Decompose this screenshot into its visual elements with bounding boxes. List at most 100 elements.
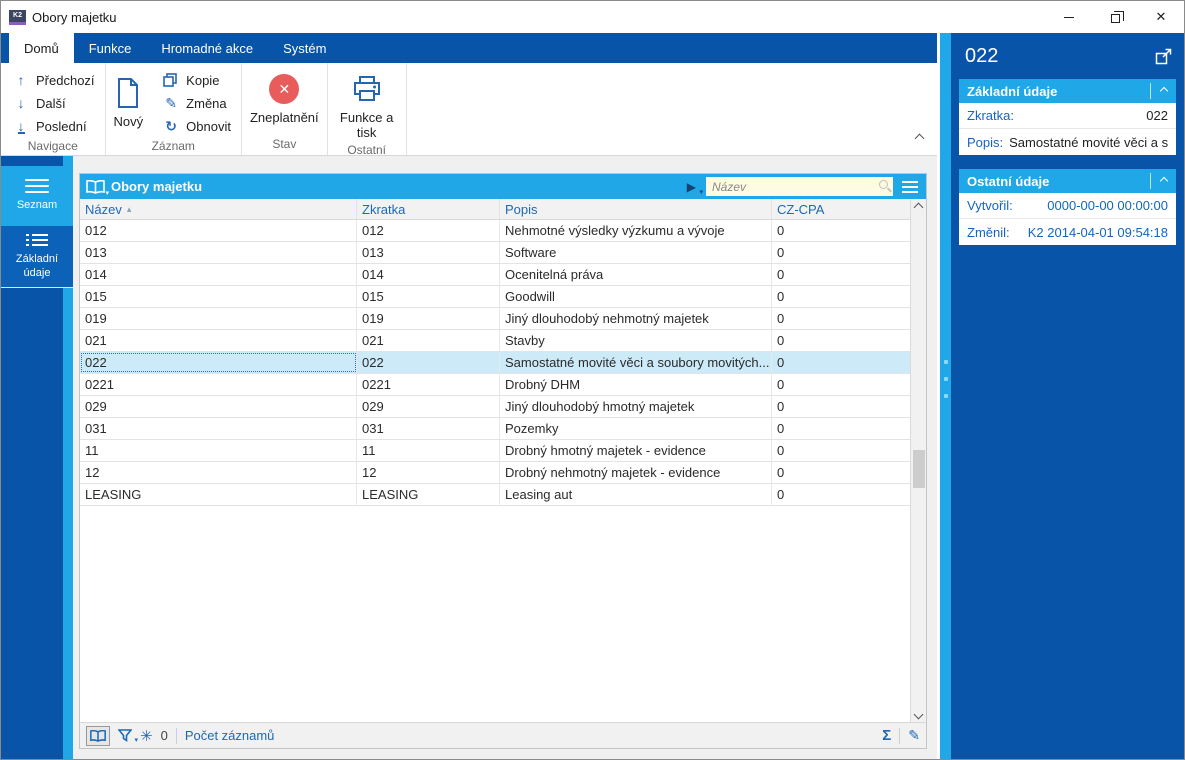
table-row[interactable]: 015 015 Goodwill 0 [80, 286, 910, 308]
edit-button[interactable]: ✎ Změna [159, 92, 235, 114]
cell-zkratka[interactable]: 031 [357, 418, 500, 439]
open-detail-button[interactable] [1155, 48, 1172, 65]
cell-popis[interactable]: Software [500, 242, 772, 263]
cell-czcpa[interactable]: 0 [772, 396, 910, 417]
column-header-popis[interactable]: Popis [500, 199, 772, 219]
collapse-ribbon-button[interactable] [914, 129, 925, 147]
table-row[interactable]: 022 022 Samostatné movité věci a soubory m… [80, 352, 910, 374]
scrollbar-track[interactable] [911, 215, 926, 706]
cell-popis[interactable]: Samostatné movité věci a soubory movitýc… [500, 352, 772, 373]
refresh-button[interactable]: ↻ Obnovit [159, 115, 235, 137]
record-count-label[interactable]: Počet záznamů [185, 728, 275, 743]
cell-nazev[interactable]: 0221 [80, 374, 357, 395]
cell-popis[interactable]: Jiný dlouhodobý nehmotný majetek [500, 308, 772, 329]
cell-nazev[interactable]: LEASING [80, 484, 357, 505]
section-header[interactable]: Ostatní údaje [959, 169, 1176, 193]
cell-nazev[interactable]: 014 [80, 264, 357, 285]
cell-nazev[interactable]: 021 [80, 330, 357, 351]
tab-funkce[interactable]: Funkce [74, 33, 147, 63]
cell-czcpa[interactable]: 0 [772, 308, 910, 329]
collapse-section-button[interactable] [1150, 83, 1176, 99]
collapse-section-button[interactable] [1150, 173, 1176, 189]
cell-nazev[interactable]: 015 [80, 286, 357, 307]
cell-nazev[interactable]: 013 [80, 242, 357, 263]
table-row[interactable]: 11 11 Drobný hmotný majetek - evidence 0 [80, 440, 910, 462]
functions-print-button[interactable]: Funkce a tisk [328, 67, 406, 141]
book-view-toggle-button[interactable] [86, 725, 110, 746]
sidebar-item-seznam[interactable]: Seznam [1, 166, 73, 226]
cell-popis[interactable]: Ocenitelná práva [500, 264, 772, 285]
run-filter-button[interactable]: ▶ ▾ [687, 180, 703, 196]
cell-nazev[interactable]: 031 [80, 418, 357, 439]
cell-czcpa[interactable]: 0 [772, 484, 910, 505]
tab-hromadne-akce[interactable]: Hromadné akce [146, 33, 268, 63]
cell-zkratka[interactable]: 029 [357, 396, 500, 417]
cell-zkratka[interactable]: 0221 [357, 374, 500, 395]
cell-czcpa[interactable]: 0 [772, 220, 910, 241]
filter-button[interactable]: ▾ [118, 729, 138, 744]
cell-zkratka[interactable]: 013 [357, 242, 500, 263]
scroll-up-button[interactable] [911, 199, 926, 215]
cell-czcpa[interactable]: 0 [772, 242, 910, 263]
cell-popis[interactable]: Jiný dlouhodobý hmotný majetek [500, 396, 772, 417]
new-button[interactable]: Nový [106, 67, 152, 137]
cell-zkratka[interactable]: 015 [357, 286, 500, 307]
cell-nazev[interactable]: 012 [80, 220, 357, 241]
cell-nazev[interactable]: 11 [80, 440, 357, 461]
cell-popis[interactable]: Drobný hmotný majetek - evidence [500, 440, 772, 461]
cell-zkratka[interactable]: 11 [357, 440, 500, 461]
cell-czcpa[interactable]: 0 [772, 374, 910, 395]
sum-button[interactable]: Σ [882, 727, 891, 744]
cell-czcpa[interactable]: 0 [772, 440, 910, 461]
invalidate-button[interactable]: ✕ Zneplatnění [242, 67, 327, 126]
column-header-zkratka[interactable]: Zkratka [357, 199, 500, 219]
cell-nazev[interactable]: 12 [80, 462, 357, 483]
minimize-button[interactable] [1046, 1, 1092, 33]
cell-zkratka[interactable]: 022 [357, 352, 500, 373]
asterisk-icon[interactable]: ✳ [140, 727, 153, 745]
table-row[interactable]: LEASING LEASING Leasing aut 0 [80, 484, 910, 506]
cell-nazev[interactable]: 022 [80, 352, 357, 373]
table-menu-button[interactable] [897, 177, 923, 197]
table-row[interactable]: 014 014 Ocenitelná práva 0 [80, 264, 910, 286]
cell-popis[interactable]: Nehmotné výsledky výzkumu a vývoje [500, 220, 772, 241]
cell-zkratka[interactable]: 012 [357, 220, 500, 241]
scroll-down-button[interactable] [911, 706, 926, 722]
last-button[interactable]: ↓ Poslední [9, 115, 99, 137]
cell-popis[interactable]: Drobný DHM [500, 374, 772, 395]
cell-zkratka[interactable]: 014 [357, 264, 500, 285]
cell-czcpa[interactable]: 0 [772, 418, 910, 439]
cell-czcpa[interactable]: 0 [772, 462, 910, 483]
cell-popis[interactable]: Leasing aut [500, 484, 772, 505]
cell-popis[interactable]: Goodwill [500, 286, 772, 307]
tab-system[interactable]: Systém [268, 33, 341, 63]
restore-button[interactable] [1092, 1, 1138, 33]
table-row[interactable]: 019 019 Jiný dlouhodobý nehmotný majetek 0 [80, 308, 910, 330]
book-icon[interactable]: ▾ [86, 179, 109, 197]
cell-zkratka[interactable]: 12 [357, 462, 500, 483]
cell-czcpa[interactable]: 0 [772, 330, 910, 351]
search-input[interactable] [706, 177, 893, 196]
scrollbar-thumb[interactable] [913, 450, 925, 488]
cell-zkratka[interactable]: 019 [357, 308, 500, 329]
table-row[interactable]: 0221 0221 Drobný DHM 0 [80, 374, 910, 396]
cell-zkratka[interactable]: LEASING [357, 484, 500, 505]
next-button[interactable]: ↓ Další [9, 92, 99, 114]
table-row[interactable]: 12 12 Drobný nehmotný majetek - evidence 0 [80, 462, 910, 484]
cell-czcpa[interactable]: 0 [772, 352, 910, 373]
panel-splitter[interactable] [940, 33, 951, 759]
sidebar-item-zakladni-udaje[interactable]: Základní údaje [1, 226, 73, 288]
table-row[interactable]: 029 029 Jiný dlouhodobý hmotný majetek 0 [80, 396, 910, 418]
cell-zkratka[interactable]: 021 [357, 330, 500, 351]
cell-popis[interactable]: Drobný nehmotný majetek - evidence [500, 462, 772, 483]
table-row[interactable]: 031 031 Pozemky 0 [80, 418, 910, 440]
cell-nazev[interactable]: 019 [80, 308, 357, 329]
cell-czcpa[interactable]: 0 [772, 286, 910, 307]
tab-domu[interactable]: Domů [9, 33, 74, 63]
column-header-nazev[interactable]: Název ▴ [80, 199, 357, 219]
cell-popis[interactable]: Pozemky [500, 418, 772, 439]
close-button[interactable]: ✕ [1138, 1, 1184, 33]
table-row[interactable]: 021 021 Stavby 0 [80, 330, 910, 352]
previous-button[interactable]: ↑ Předchozí [9, 69, 99, 91]
cell-nazev[interactable]: 029 [80, 396, 357, 417]
